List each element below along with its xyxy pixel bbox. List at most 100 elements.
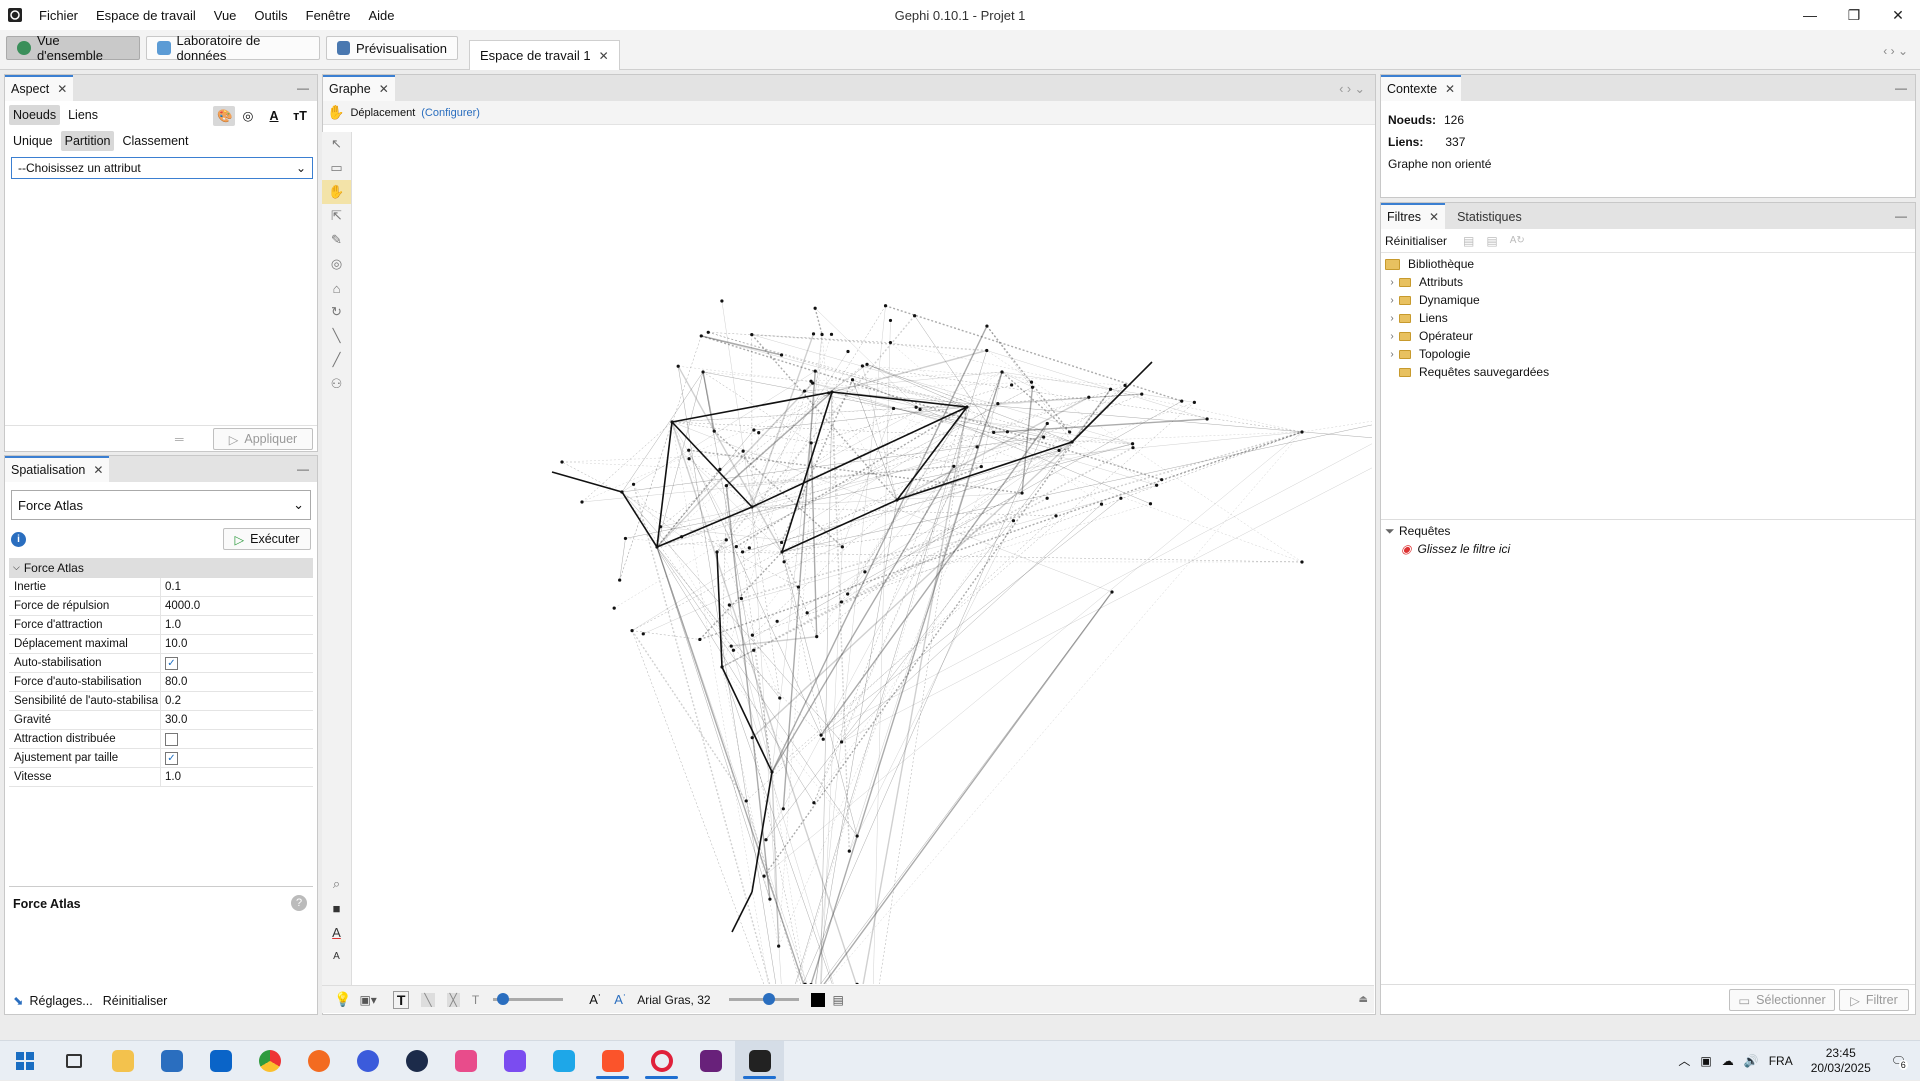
brave-icon[interactable] [588,1041,637,1081]
close-icon[interactable]: ✕ [1445,82,1455,96]
graph-node[interactable] [1070,440,1073,443]
node-pencil-icon[interactable]: ╱ [322,348,351,372]
font-increase-icon[interactable]: A˙ [614,992,627,1007]
notifications-icon[interactable]: 🗨6 [1891,1054,1906,1068]
graph-node[interactable] [1057,449,1060,452]
tree-item[interactable]: ›Topologie [1385,345,1911,363]
graph-node[interactable] [985,324,988,327]
graph-node[interactable] [830,390,833,393]
graph-node[interactable] [840,600,843,603]
file-explorer-icon[interactable] [98,1041,147,1081]
graph-node[interactable] [777,945,780,948]
font-label[interactable]: Arial Gras, 32 [637,993,710,1007]
label-color-swatch[interactable] [811,993,825,1007]
graph-node[interactable] [707,331,710,334]
app-blue-icon[interactable] [539,1041,588,1081]
adjust-by-size-checkbox[interactable]: ✓ [165,752,178,765]
text-size-icon[interactable]: A [322,944,351,968]
graph-node[interactable] [720,299,723,302]
firefox-icon[interactable] [294,1041,343,1081]
graph-node[interactable] [1119,497,1122,500]
graph-node[interactable] [642,632,645,635]
graph-node[interactable] [751,736,754,739]
graph-node[interactable] [715,550,718,553]
graph-node[interactable] [580,500,583,503]
start-button[interactable] [0,1041,49,1081]
menu-fenetre[interactable]: Fenêtre [306,8,351,23]
graph-node[interactable] [783,560,786,563]
tab-edges[interactable]: Liens [64,105,102,125]
graph-node[interactable] [1206,417,1209,420]
brush-icon[interactable]: ✎ [322,228,351,252]
store-icon[interactable] [147,1041,196,1081]
graph-node[interactable] [1131,446,1134,449]
graph-node[interactable] [725,484,728,487]
app-circle-icon[interactable] [343,1041,392,1081]
size-tool-icon[interactable]: ◎ [322,252,351,276]
graph-node[interactable] [892,407,895,410]
graph-node[interactable] [812,332,815,335]
graph-node[interactable] [618,578,621,581]
graph-node[interactable] [687,449,690,452]
select-button[interactable]: ▭Sélectionner [1729,989,1835,1011]
graph-node[interactable] [751,633,754,636]
graph-node[interactable] [895,498,898,501]
label-size-icon[interactable]: тT [287,106,313,126]
graph-node[interactable] [846,592,849,595]
graph-node[interactable] [918,408,921,411]
filters-reset-button[interactable]: Réinitialiser [1385,234,1447,248]
auto-stabilisation-checkbox[interactable]: ✓ [165,657,178,670]
property-value[interactable]: 4000.0 [161,600,200,612]
background-color-icon[interactable]: ■ [322,896,351,920]
graph-node[interactable] [820,333,823,336]
palette-icon[interactable]: 🎨 [213,106,235,126]
graph-node[interactable] [915,406,918,409]
graph-node[interactable] [624,537,627,540]
graph-node[interactable] [841,545,844,548]
property-value[interactable]: 1.0 [161,619,181,631]
auto-refresh-icon[interactable]: A↻ [1510,235,1525,246]
graph-node[interactable] [830,333,833,336]
graph-node[interactable] [1300,560,1303,563]
info-icon[interactable]: i [11,532,26,547]
menu-fichier[interactable]: Fichier [39,8,78,23]
figma-icon[interactable] [490,1041,539,1081]
graph-node[interactable] [1155,484,1158,487]
mode-unique[interactable]: Unique [9,131,57,151]
graph-node[interactable] [1068,430,1071,433]
tab-graphe[interactable]: Graphe✕ [323,75,395,101]
minimize-panel-icon[interactable]: — [297,462,309,476]
graph-node[interactable] [809,380,812,383]
graph-node[interactable] [698,638,701,641]
graph-node[interactable] [780,353,783,356]
painter-icon[interactable]: ⌂ [322,276,351,300]
app-pink-icon[interactable] [441,1041,490,1081]
graph-node[interactable] [1087,396,1090,399]
graph-node[interactable] [822,738,825,741]
gephi-taskbar-icon[interactable] [735,1041,784,1081]
mode-partition[interactable]: Partition [61,131,115,151]
property-value[interactable]: 30.0 [161,714,187,726]
size-icon[interactable]: ◎ [235,105,261,126]
graph-node[interactable] [1046,422,1049,425]
graph-node[interactable] [1109,388,1112,391]
graph-node[interactable] [1149,502,1152,505]
graph-node[interactable] [632,483,635,486]
cloud-icon[interactable]: ☁ [1722,1054,1734,1068]
graph-node[interactable] [687,457,690,460]
tab-statistiques[interactable]: Statistiques [1451,203,1528,229]
tab-nodes[interactable]: Noeuds [9,105,60,125]
graph-node[interactable] [1123,384,1126,387]
graph-node[interactable] [889,319,892,322]
run-button[interactable]: ▷Exécuter [223,528,311,550]
graph-node[interactable] [812,801,815,804]
close-icon[interactable]: ✕ [57,82,67,96]
graph-node[interactable] [1006,430,1009,433]
graph-node[interactable] [620,490,623,493]
property-value[interactable]: 0.2 [161,695,181,707]
graph-node[interactable] [985,349,988,352]
graph-node[interactable] [757,431,760,434]
graph-node[interactable] [965,405,968,408]
label-color-icon[interactable]: A [261,106,287,126]
graph-node[interactable] [770,770,773,773]
